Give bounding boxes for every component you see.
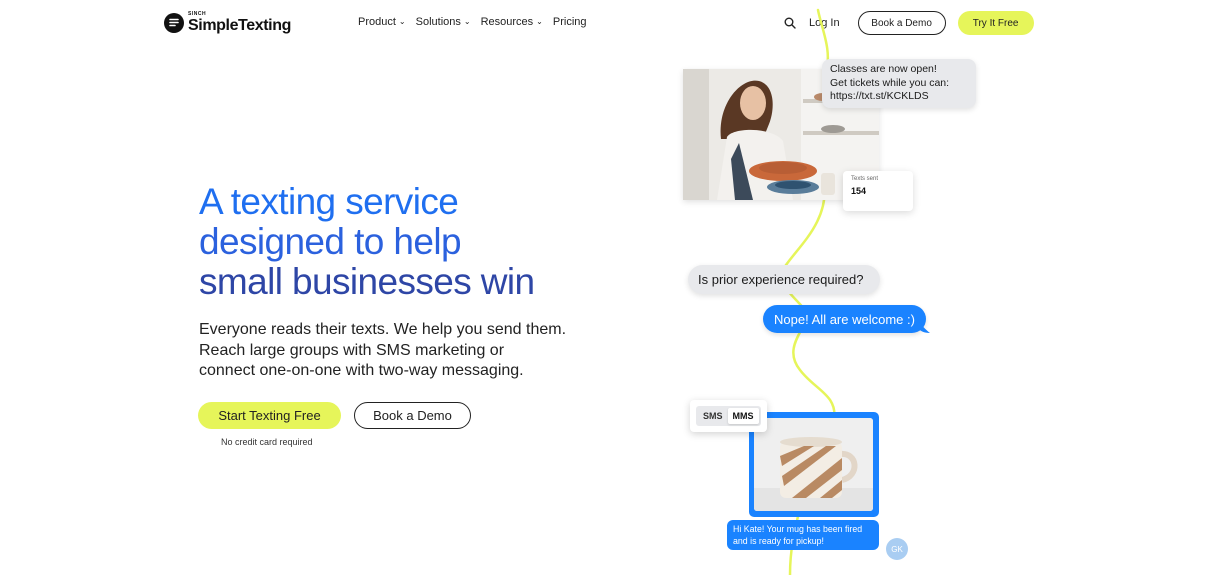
- decorative-vine-line: [780, 8, 836, 575]
- reply-line: and is ready for pickup!: [733, 536, 824, 546]
- texts-sent-value: 154: [851, 186, 867, 196]
- bubble-tail-icon: [918, 320, 930, 333]
- pickup-reply-bubble: Hi Kate! Your mug has been fired and is …: [727, 520, 879, 550]
- texts-sent-label: Texts sent: [851, 176, 879, 182]
- reply-line: Hi Kate! Your mug has been fired: [733, 524, 863, 534]
- sms-mms-toggle: SMS MMS: [690, 400, 767, 432]
- message-line: Get tickets while you can:: [830, 76, 950, 89]
- mug-photo: [754, 418, 873, 511]
- toggle-option-mms[interactable]: MMS: [727, 408, 759, 424]
- texts-sent-card: Texts sent 154: [843, 171, 913, 211]
- avatar: GK: [886, 538, 908, 560]
- toggle-option-sms[interactable]: SMS: [698, 408, 728, 424]
- message-link: https://txt.st/KCKLDS: [830, 90, 929, 102]
- toggle-track: SMS MMS: [696, 406, 761, 426]
- classes-open-message: Classes are now open! Get tickets while …: [822, 59, 976, 108]
- message-line: Classes are now open!: [830, 63, 937, 75]
- question-bubble: Is prior experience required?: [688, 265, 880, 294]
- answer-bubble: Nope! All are welcome :): [763, 305, 926, 333]
